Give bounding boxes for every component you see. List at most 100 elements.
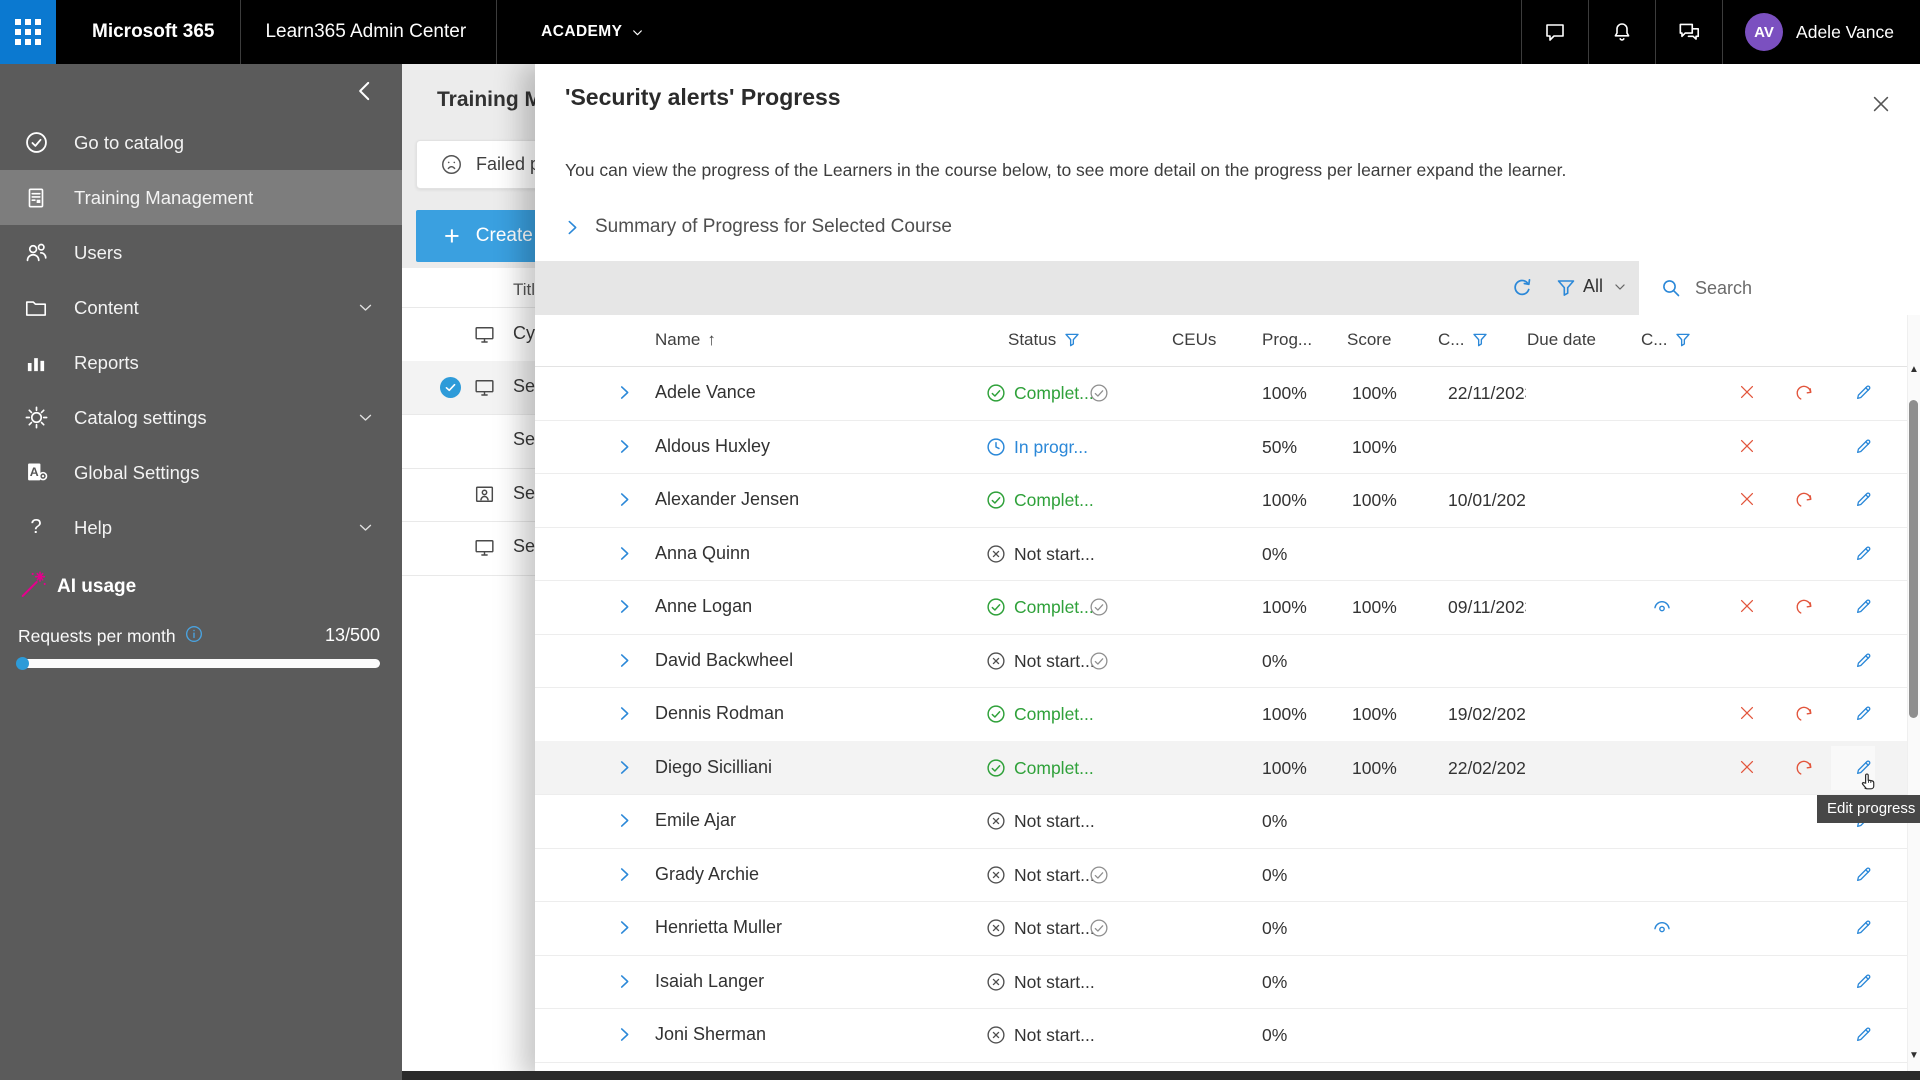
edit-progress-icon[interactable]: [1853, 703, 1874, 724]
edit-progress-icon[interactable]: [1853, 489, 1874, 510]
delete-progress-icon[interactable]: [1737, 596, 1757, 616]
column-header-status[interactable]: Status: [1008, 330, 1081, 350]
filter-dropdown[interactable]: All: [1583, 276, 1627, 297]
filter-icon[interactable]: [1471, 331, 1489, 349]
expand-row-icon[interactable]: [615, 437, 634, 456]
edit-progress-icon[interactable]: [1853, 543, 1874, 564]
expand-row-icon[interactable]: [615, 972, 634, 991]
refresh-icon[interactable]: [1509, 275, 1535, 301]
column-header-completed[interactable]: C...: [1438, 330, 1489, 350]
training-title: Se: [513, 536, 536, 556]
learner-row[interactable]: David Backwheel Not start... 0%: [535, 634, 1920, 688]
sidebar-item-label: Global Settings: [74, 461, 200, 483]
reset-progress-icon[interactable]: [1795, 489, 1817, 511]
delete-progress-icon[interactable]: [1737, 382, 1757, 402]
expand-row-icon[interactable]: [615, 704, 634, 723]
ai-usage-label[interactable]: AI usage: [57, 576, 136, 598]
expand-row-icon[interactable]: [615, 811, 634, 830]
edit-progress-icon[interactable]: [1853, 436, 1874, 457]
notifications-button[interactable]: [1588, 0, 1655, 64]
learner-row[interactable]: Dennis Rodman Complet... 100% 100% 19/02/202…: [535, 687, 1920, 742]
learner-row[interactable]: Isaiah Langer Not start... 0%: [535, 955, 1920, 1009]
sidebar-item-help[interactable]: ? Help: [0, 500, 402, 555]
scrollbar-up-icon[interactable]: ▲: [1908, 364, 1920, 375]
filter-icon[interactable]: [1674, 331, 1692, 349]
learner-row[interactable]: Emile Ajar Not start... 0%: [535, 794, 1920, 849]
reset-progress-icon[interactable]: [1795, 596, 1817, 618]
delete-progress-icon[interactable]: [1737, 489, 1757, 509]
edit-progress-icon[interactable]: [1853, 864, 1874, 885]
edit-progress-icon[interactable]: [1853, 382, 1874, 403]
expand-row-icon[interactable]: [615, 544, 634, 563]
filter-icon[interactable]: [1554, 276, 1578, 300]
close-icon[interactable]: [1867, 90, 1895, 118]
avatar[interactable]: AV: [1745, 13, 1784, 51]
learner-row[interactable]: Anna Quinn Not start... 0%: [535, 527, 1920, 581]
feedback-button[interactable]: [1521, 0, 1588, 64]
score-value: 100%: [1352, 490, 1397, 510]
scrollbar-thumb[interactable]: [1909, 400, 1918, 718]
tenant-dropdown[interactable]: ACADEMY: [541, 23, 644, 41]
messages-button[interactable]: [1655, 0, 1724, 64]
learner-row[interactable]: Grady Archie Not start... 0%: [535, 848, 1920, 902]
sidebar-item-content[interactable]: Content: [0, 280, 402, 335]
learner-row[interactable]: Anne Logan Complet... 100% 100% 09/11/2023: [535, 580, 1920, 635]
training-title: Se: [513, 375, 536, 396]
expand-row-icon[interactable]: [615, 758, 634, 777]
edit-progress-icon[interactable]: [1853, 971, 1874, 992]
status-label: Not start...: [1014, 811, 1095, 831]
expand-row-icon[interactable]: [615, 918, 634, 937]
view-certificate-icon[interactable]: [1651, 917, 1673, 939]
edit-progress-icon[interactable]: [1853, 596, 1874, 617]
learner-row[interactable]: Henrietta Muller Not start... 0%: [535, 901, 1920, 956]
sidebar-item-users[interactable]: Users: [0, 225, 402, 280]
reset-progress-icon[interactable]: [1795, 703, 1817, 725]
learner-row[interactable]: Adele Vance Complet... 100% 100% 22/11/2023: [535, 366, 1920, 421]
column-header-ceus[interactable]: CEUs: [1172, 330, 1216, 350]
learner-row[interactable]: Diego Sicilliani Complet... 100% 100% 22/02/…: [535, 740, 1920, 795]
sidebar-item-global-settings[interactable]: A Global Settings: [0, 445, 402, 500]
completed-date: 22/11/2023: [1448, 383, 1526, 403]
learner-name: Dennis Rodman: [655, 703, 785, 723]
column-header-score[interactable]: Score: [1347, 330, 1391, 350]
edit-progress-icon[interactable]: [1853, 1024, 1874, 1045]
delete-progress-icon[interactable]: [1737, 703, 1757, 723]
expand-row-icon[interactable]: [615, 651, 634, 670]
search-input[interactable]: Search: [1639, 261, 1920, 315]
column-header-progress[interactable]: Prog...: [1262, 330, 1312, 350]
learner-row[interactable]: Alexander Jensen Complet... 100% 100% 10/01/…: [535, 473, 1920, 528]
delete-progress-icon[interactable]: [1737, 757, 1757, 777]
selected-check-icon[interactable]: [440, 376, 461, 398]
expand-row-icon[interactable]: [615, 383, 634, 402]
column-header-certificate[interactable]: C...: [1641, 330, 1692, 350]
panel-description: You can view the progress of the Learner…: [565, 160, 1567, 180]
expand-row-icon[interactable]: [615, 1025, 634, 1044]
account-menu[interactable]: AV Adele Vance: [1723, 13, 1920, 51]
sidebar-item-training-management[interactable]: Training Management: [0, 170, 402, 225]
reset-progress-icon[interactable]: [1795, 382, 1817, 404]
column-header-name[interactable]: Name ↑: [655, 330, 716, 350]
learner-row[interactable]: Joni Sherman Not start... 0%: [535, 1008, 1920, 1063]
edit-progress-icon[interactable]: [1853, 650, 1874, 671]
expand-row-icon[interactable]: [615, 865, 634, 884]
brand-title[interactable]: Microsoft 365: [92, 21, 214, 43]
sidebar-item-reports[interactable]: Reports: [0, 335, 402, 390]
edit-progress-icon[interactable]: [1853, 917, 1874, 938]
column-header-due_date[interactable]: Due date: [1527, 330, 1596, 350]
reset-progress-icon[interactable]: [1795, 757, 1817, 779]
filter-icon[interactable]: [1063, 331, 1081, 349]
sidebar-item-catalog-settings[interactable]: Catalog settings: [0, 390, 402, 445]
app-launcher-icon[interactable]: [0, 0, 56, 64]
expand-row-icon[interactable]: [615, 597, 634, 616]
view-certificate-icon[interactable]: [1651, 596, 1673, 618]
sidebar-item-go-to-catalog[interactable]: Go to catalog: [0, 115, 402, 170]
status-label: Complet...: [1014, 757, 1094, 778]
sidebar-collapse-icon[interactable]: [352, 78, 378, 104]
scrollbar-down-icon[interactable]: ▼: [1908, 1050, 1920, 1061]
summary-expander[interactable]: Summary of Progress for Selected Course: [563, 216, 952, 238]
expand-row-icon[interactable]: [615, 490, 634, 509]
info-icon[interactable]: [184, 624, 204, 644]
bottom-scrollbar-strip[interactable]: [402, 1071, 1920, 1080]
learner-row[interactable]: Aldous Huxley In progr... 50% 100%: [535, 420, 1920, 474]
delete-progress-icon[interactable]: [1737, 436, 1757, 456]
